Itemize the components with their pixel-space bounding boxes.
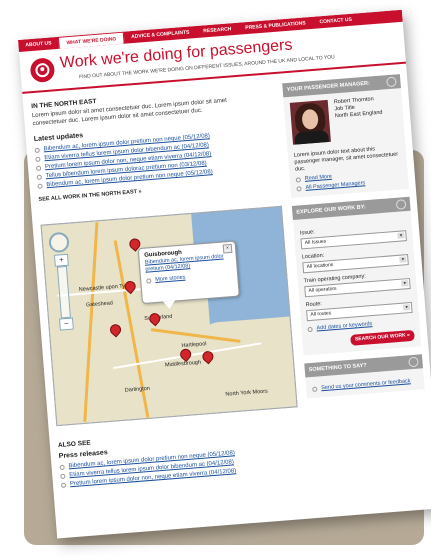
region-map[interactable]: + − Newcastle upon Tyne Gateshead Sunder… (40, 205, 298, 427)
location-value: All locations (306, 261, 334, 271)
add-dates-link[interactable]: Add dates or keywords (307, 318, 413, 332)
close-icon[interactable]: × (222, 243, 233, 254)
manager-info: Robert Thornton Job Title North East Eng… (334, 96, 385, 142)
chevron-down-icon: ▼ (402, 304, 411, 311)
popup-tail (162, 300, 176, 310)
bullet-icon (146, 277, 152, 284)
feedback-link[interactable]: Send us your comments or feedback (312, 378, 418, 392)
chevron-down-icon: ▼ (399, 256, 407, 263)
bullet-icon (35, 165, 42, 171)
route-value: All routes (310, 310, 332, 318)
circle-icon (395, 199, 407, 210)
explore-panel-title: Explore our work by: (296, 204, 367, 216)
manager-photo (289, 99, 331, 145)
bullet-icon (35, 156, 41, 162)
bullet-icon (37, 183, 43, 189)
logo-icon[interactable] (29, 57, 56, 84)
bullet-icon (59, 464, 65, 471)
main-content: In the North East Lorem ipsum dolor sit … (31, 84, 278, 203)
more-stories-link[interactable]: More stories (146, 271, 232, 284)
circle-icon (386, 76, 397, 88)
bullet-icon (60, 473, 66, 480)
manager-profile: Robert Thornton Job Title North East Eng… (289, 95, 399, 145)
more-stories-label: More stories (155, 274, 186, 283)
say-panel-title: Something to say? (308, 362, 367, 374)
bullet-icon (296, 185, 302, 192)
chevron-down-icon: ▼ (401, 280, 409, 287)
feedback-label: Send us your comments or feedback (321, 378, 411, 392)
photo-body (294, 129, 330, 145)
operator-value: All operators (308, 285, 337, 294)
manager-panel: Robert Thornton Job Title North East Eng… (283, 88, 409, 199)
bullet-icon (307, 326, 313, 332)
bullet-icon (295, 176, 301, 183)
webpage-mockup: About us What we're doing Advice & compl… (18, 9, 431, 539)
sidebar: Your passenger manager: Robert Thornton … (282, 74, 425, 399)
also-see-section: Also see Press releases Bibendum ac, lor… (58, 423, 306, 490)
bullet-icon (36, 174, 43, 180)
manager-panel-title: Your passenger manager: (286, 80, 371, 94)
map-info-popup: × Guisborough Bibendum ac, lorem ipsum d… (137, 240, 240, 310)
circle-icon (408, 356, 419, 368)
issue-value: All Issues (304, 238, 327, 247)
bullet-icon (312, 386, 318, 392)
zoom-out-icon[interactable]: − (58, 317, 74, 331)
bullet-icon (34, 147, 40, 154)
read-more-label: Read More (304, 173, 333, 182)
add-dates-label: Add dates or keywords (316, 321, 373, 332)
search-our-work-button[interactable]: Search our work » (350, 329, 415, 346)
chevron-down-icon: ▼ (397, 232, 405, 239)
bullet-icon (60, 482, 67, 488)
all-managers-label: All Passenger Managers (305, 180, 366, 191)
explore-panel: Issue: All Issues ▼ Location: All locatio… (292, 210, 422, 356)
